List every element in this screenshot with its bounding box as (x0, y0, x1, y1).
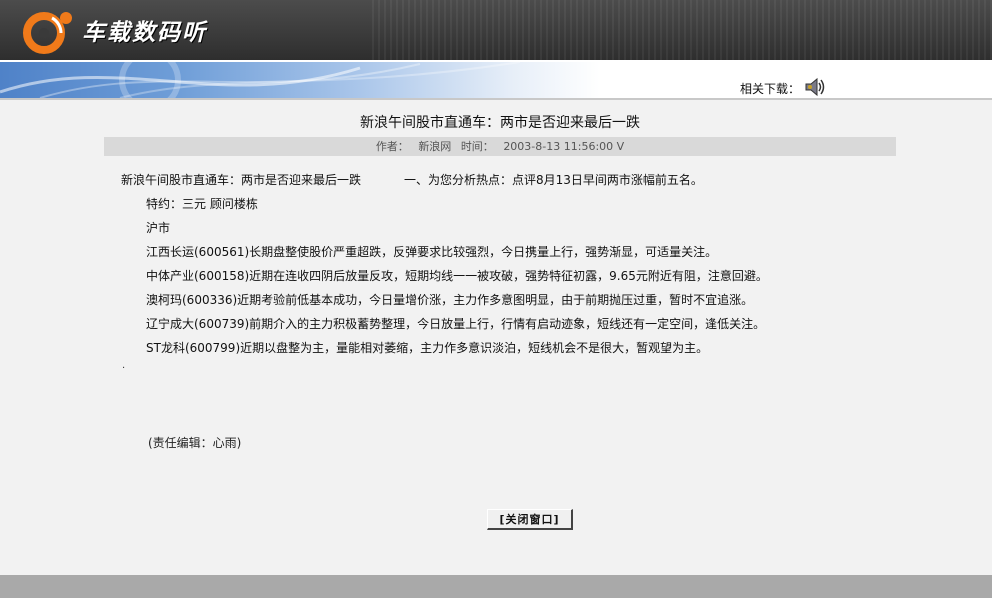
stock-item: 辽宁成大(600739)前期介入的主力积极蓄势整理，今日放量上行，行情有启动迹象… (146, 317, 766, 331)
stock-item: 江西长运(600561)长期盘整使股价严重超跌，反弹要求比较强烈，今日携量上行，… (146, 245, 718, 259)
market-heading: 沪市 (146, 221, 171, 235)
close-window-button[interactable]: [关闭窗口] (487, 509, 573, 530)
header-stripe (372, 0, 992, 60)
lead-left-text: 新浪午间股市直通车：两市是否迎来最后一跌 (121, 173, 362, 187)
speaker-icon[interactable] (800, 75, 828, 99)
time-label: 时间： (460, 140, 494, 153)
author-label: 作者： (375, 140, 409, 153)
article-meta-bar: 作者： 新浪网 时间： 2003-8-13 11:56:00 V (104, 137, 896, 156)
author-value: 新浪网 (418, 140, 452, 153)
banner-divider (0, 98, 992, 100)
article-title: 新浪午间股市直通车：两市是否迎来最后一跌 (360, 115, 640, 131)
stock-item: 澳柯玛(600336)近期考验前低基本成功，今日量增价涨，主力作多意图明显，由于… (146, 293, 754, 307)
page-footer (0, 575, 992, 598)
stock-item: ST龙科(600799)近期以盘整为主，量能相对萎缩，主力作多意识淡泊，短线机会… (146, 341, 709, 355)
related-download-label: 相关下载： (740, 82, 801, 96)
time-value: 2003-8-13 11:56:00 V (503, 140, 625, 153)
site-header: 车载数码听 (0, 0, 992, 60)
stray-dot: . (122, 360, 126, 371)
banner-graphic (0, 62, 600, 98)
stock-item: 中体产业(600158)近期在连收四阴后放量反攻，短期均线一一被攻破，强势特征初… (146, 269, 768, 283)
lead-right-text: 一、为您分析热点：点评8月13日早间两市涨幅前五名。 (404, 173, 703, 187)
guest-text: 特约：三元 顾问楼栋 (146, 197, 258, 211)
banner (0, 60, 992, 100)
site-logo-text: 车载数码听 (82, 20, 207, 46)
orange-swirl-logo-icon (23, 12, 72, 54)
editor-credit: (责任编辑：心雨) (148, 436, 242, 450)
